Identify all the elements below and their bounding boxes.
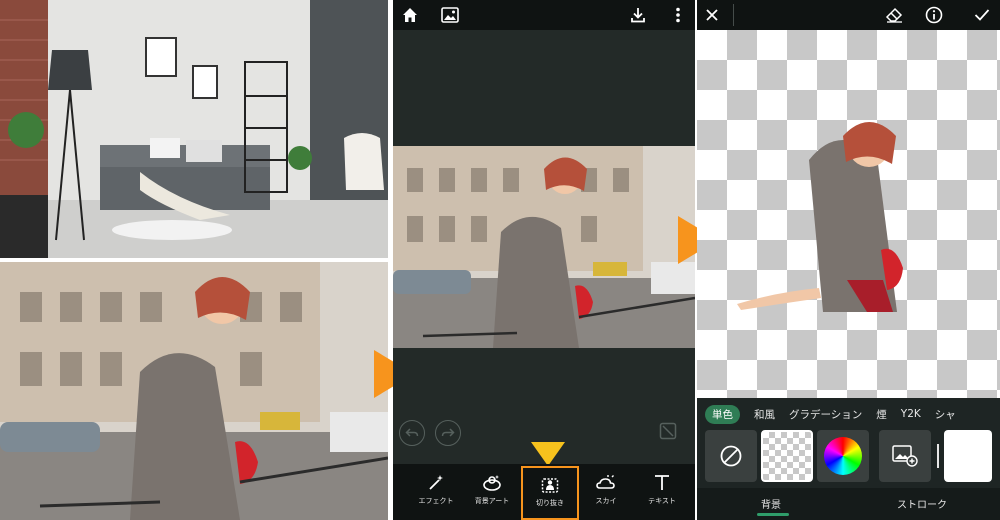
street-photo [0, 262, 388, 520]
bottom-tab-stroke[interactable]: ストローク [897, 496, 947, 511]
tool-text[interactable]: テキスト [633, 464, 691, 520]
tab-more[interactable]: シャ [935, 407, 956, 422]
tab-y2k[interactable]: Y2K [901, 408, 921, 420]
divider [733, 4, 734, 26]
tab-japanese[interactable]: 和風 [754, 407, 775, 422]
transparent-canvas[interactable] [697, 30, 1000, 398]
tool-sky[interactable]: スカイ [577, 464, 635, 520]
editor-panel: エフェクト 背景アート 切り抜き スカイ テキスト [393, 0, 695, 520]
home-icon[interactable] [399, 4, 421, 26]
tab-smoke[interactable]: 煙 [876, 407, 887, 422]
no-color-icon [720, 445, 742, 467]
swatch-white[interactable] [944, 430, 992, 482]
background-category-tabs: 単色 和風 グラデーション 煙 Y2K シャ [697, 400, 1000, 428]
tool-label: 切り抜き [536, 499, 564, 507]
tab-solid[interactable]: 単色 [705, 404, 740, 424]
source-panel [0, 0, 388, 520]
add-image-icon [892, 445, 918, 467]
background-top-bar [697, 0, 1000, 30]
cutout-icon [541, 478, 559, 493]
compare-icon[interactable] [657, 420, 679, 442]
check-icon[interactable] [971, 4, 993, 26]
tool-label: 背景アート [474, 497, 510, 505]
tab-gradient[interactable]: グラデーション [789, 407, 862, 422]
editor-top-bar [393, 0, 695, 30]
bottom-tab-background[interactable]: 背景 [761, 496, 781, 511]
swatch-transparent[interactable] [761, 430, 813, 482]
redo-button[interactable] [435, 420, 461, 446]
text-icon [655, 475, 669, 490]
highlight-pointer [531, 442, 565, 466]
close-icon[interactable] [701, 4, 723, 26]
swatch-color-picker[interactable] [817, 430, 869, 482]
download-icon[interactable] [627, 4, 649, 26]
more-icon[interactable] [667, 4, 689, 26]
undo-button[interactable] [399, 420, 425, 446]
tool-label: エフェクト [418, 497, 454, 505]
editor-canvas-image[interactable] [393, 146, 695, 348]
active-tab-indicator [757, 513, 789, 516]
tool-label: スカイ [595, 497, 617, 505]
background-art-icon [483, 475, 501, 491]
info-icon[interactable] [923, 4, 945, 26]
eraser-icon[interactable] [883, 4, 905, 26]
tool-cutout[interactable]: 切り抜き [521, 466, 579, 520]
background-bottom-tabs: 背景 ストローク [697, 488, 1000, 520]
sky-icon [596, 475, 615, 489]
tool-label: テキスト [648, 497, 676, 505]
gallery-icon[interactable] [439, 4, 461, 26]
swatch-add-image[interactable] [879, 430, 931, 482]
editor-toolbar: エフェクト 背景アート 切り抜き スカイ テキスト [393, 464, 695, 520]
magic-wand-icon [429, 475, 443, 490]
swatch-none[interactable] [705, 430, 757, 482]
room-photo [0, 0, 388, 258]
tool-background-art[interactable]: 背景アート [463, 464, 521, 520]
background-panel: 単色 和風 グラデーション 煙 Y2K シャ 背景 ストローク [697, 0, 1000, 520]
tool-effect[interactable]: エフェクト [407, 464, 465, 520]
swatch-divider [937, 444, 939, 468]
color-wheel-icon [824, 437, 862, 475]
